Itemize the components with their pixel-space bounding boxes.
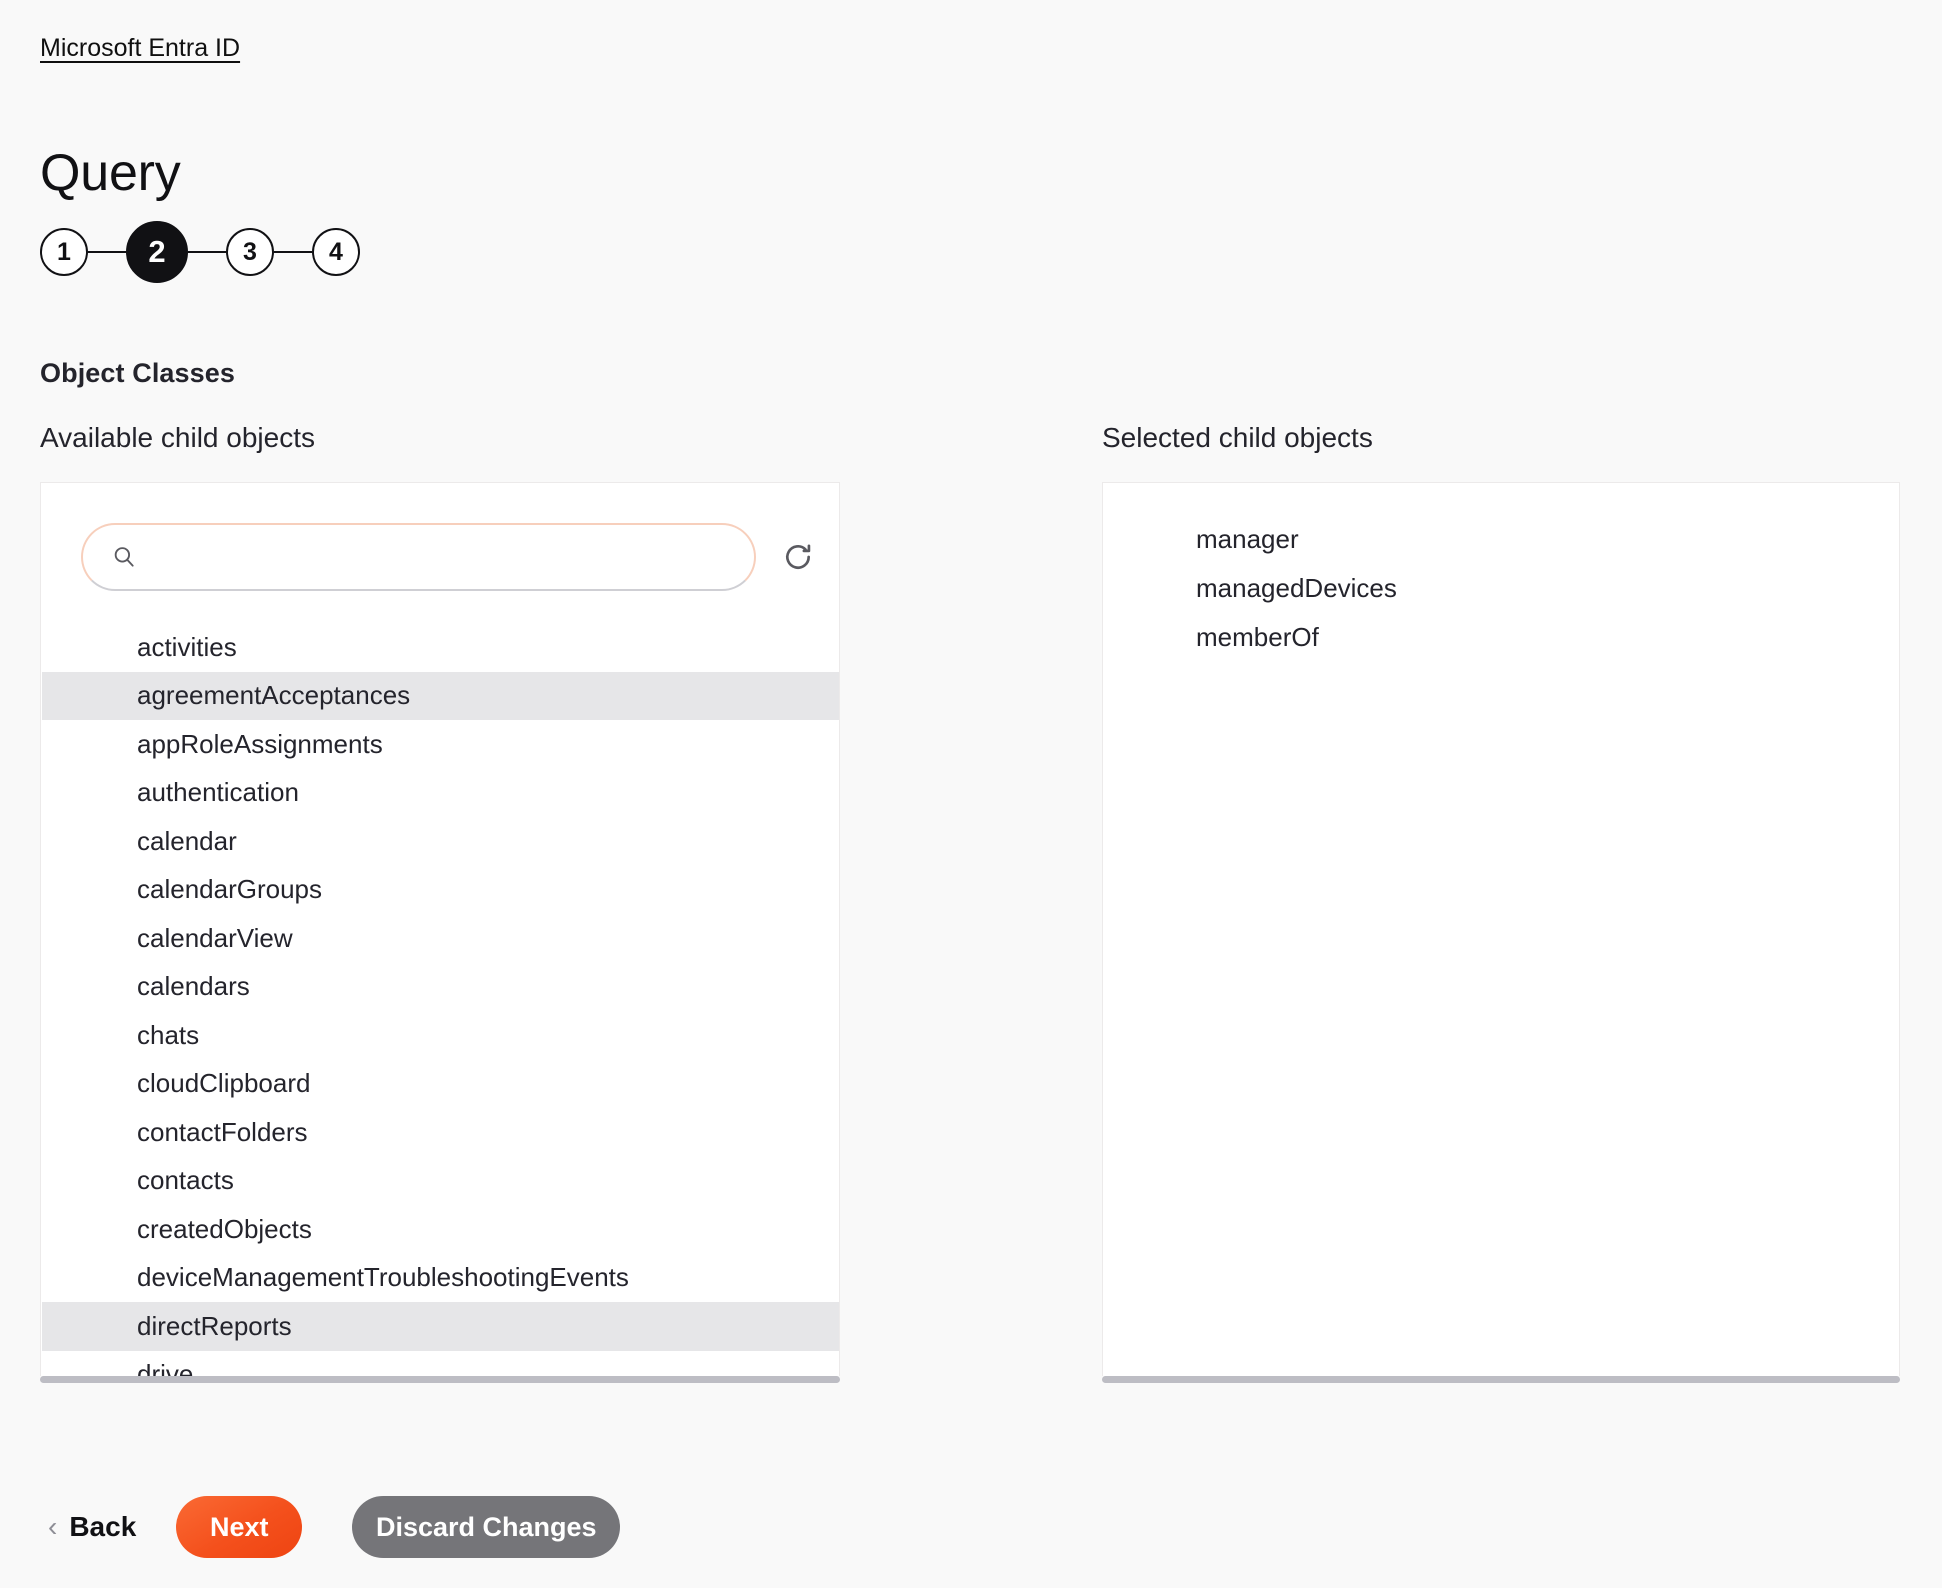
stepper-connector [274,251,312,253]
list-item[interactable]: activities [42,623,839,672]
list-item[interactable]: authentication [42,769,839,818]
list-item[interactable]: chats [42,1011,839,1060]
available-list-scrollbar[interactable] [40,1376,840,1383]
available-objects-list[interactable]: activities agreementAcceptances appRoleA… [42,623,839,1376]
list-item[interactable]: deviceManagementTroubleshootingEvents [42,1254,839,1303]
query-wizard-page: Microsoft Entra ID Query 1 2 3 4 Object … [0,0,1942,1588]
search-row [81,523,818,591]
list-item[interactable]: managedDevices [1103,564,1899,613]
selected-child-objects-label: Selected child objects [1102,422,1373,453]
wizard-stepper: 1 2 3 4 [40,216,360,288]
list-item[interactable]: contactFolders [42,1108,839,1157]
list-item[interactable]: manager [1103,515,1899,564]
stepper-step-3[interactable]: 3 [226,228,274,276]
list-item[interactable]: agreementAcceptances [42,671,839,720]
available-child-objects-label: Available child objects [40,422,315,453]
list-item[interactable]: calendars [42,963,839,1012]
wizard-footer: ‹ Back Next Discard Changes [48,1496,621,1558]
stepper-step-1[interactable]: 1 [40,228,88,276]
stepper-connector [88,251,126,253]
chevron-left-icon: ‹ [48,1511,58,1542]
list-item[interactable]: calendarGroups [42,866,839,915]
next-button[interactable]: Next [176,1496,303,1558]
stepper-step-4[interactable]: 4 [312,228,360,276]
back-button-label: Back [69,1511,137,1542]
back-button[interactable]: ‹ Back [48,1511,176,1543]
stepper-connector [188,251,226,253]
list-item[interactable]: appRoleAssignments [42,720,839,769]
refresh-icon[interactable] [778,537,818,577]
list-item[interactable]: drive [42,1351,839,1376]
stepper-step-2[interactable]: 2 [126,221,188,283]
page-title: Query [40,143,181,202]
section-title-object-classes: Object Classes [40,358,236,388]
list-item[interactable]: directReports [42,1302,839,1351]
list-item[interactable]: contacts [42,1157,839,1206]
breadcrumb-microsoft-entra-id[interactable]: Microsoft Entra ID [40,33,240,63]
discard-changes-button[interactable]: Discard Changes [352,1496,621,1558]
selected-child-objects-panel: manager managedDevices memberOf [1102,482,1900,1376]
available-child-objects-panel: activities agreementAcceptances appRoleA… [40,482,840,1376]
list-item[interactable]: memberOf [1103,613,1899,662]
list-item[interactable]: createdObjects [42,1205,839,1254]
list-item[interactable]: calendarView [42,914,839,963]
search-box[interactable] [81,523,756,591]
list-item[interactable]: calendar [42,817,839,866]
list-item[interactable]: cloudClipboard [42,1060,839,1109]
search-input[interactable] [151,537,711,577]
selected-objects-list[interactable]: manager managedDevices memberOf [1103,515,1899,662]
search-icon [111,544,137,570]
selected-list-scrollbar[interactable] [1102,1376,1900,1383]
